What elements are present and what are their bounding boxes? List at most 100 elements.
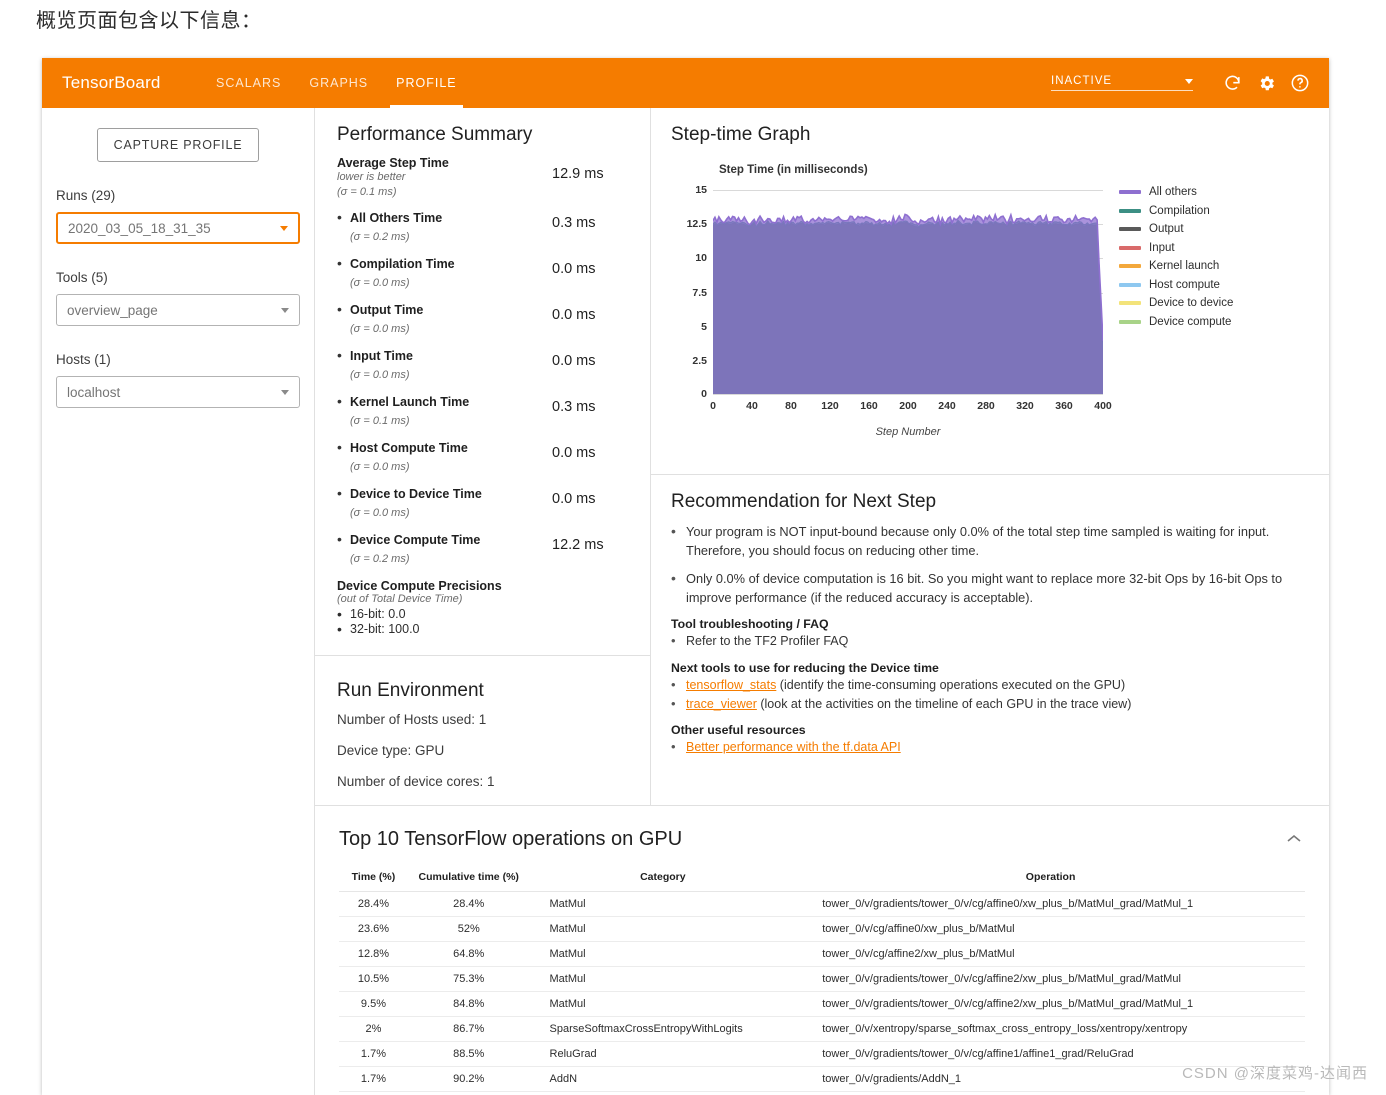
precisions-list: • 16-bit: 0.0 • 32-bit: 100.0	[337, 606, 630, 637]
perf-item-value: 0.0 ms	[552, 352, 596, 369]
tools-selected-value: overview_page	[67, 302, 158, 318]
tensorboard-window: TensorBoard SCALARS GRAPHS PROFILE INACT…	[42, 58, 1329, 1095]
status-label: INACTIVE	[1051, 75, 1113, 87]
faq-heading: Tool troubleshooting / FAQ	[671, 617, 829, 632]
capture-profile-button[interactable]: CAPTURE PROFILE	[96, 128, 260, 162]
cell-cumulative-time: 64.8%	[407, 941, 530, 967]
precision-item: • 32-bit: 100.0	[337, 621, 630, 637]
cell-time: 1.7%	[339, 1066, 408, 1092]
trace-viewer-link[interactable]: trace_viewer	[686, 697, 757, 711]
help-icon[interactable]	[1287, 70, 1313, 96]
precision-item: • 16-bit: 0.0	[337, 606, 630, 622]
perf-item-value: 0.0 ms	[552, 260, 596, 277]
bullet-icon: •	[671, 739, 676, 755]
x-tick-label: 400	[1094, 400, 1112, 412]
cell-operation: tower_0/v/gradients/tower_0/v/cg/affine0…	[796, 891, 1305, 917]
recommendation-text: Your program is NOT input-bound because …	[686, 524, 1270, 558]
bullet-icon: •	[337, 438, 342, 455]
bullet-icon: •	[671, 523, 676, 539]
run-environment-title: Run Environment	[337, 679, 484, 701]
legend-item: Kernel launch	[1119, 260, 1233, 272]
perf-item: • Device Compute Time (σ = 0.2 ms) 12.2 …	[337, 531, 630, 567]
step-time-graph-card: Step-time Graph Step Time (in millisecon…	[651, 108, 1329, 474]
next-tool-item: • tensorflow_stats (identify the time-co…	[671, 676, 1305, 695]
legend-label: Output	[1149, 223, 1184, 235]
x-tick-label: 0	[710, 400, 716, 412]
bullet-icon: •	[337, 484, 342, 501]
legend-label: All others	[1149, 186, 1197, 198]
cell-cumulative-time: 28.4%	[407, 891, 530, 917]
x-tick-label: 200	[899, 400, 917, 412]
bullet-icon: •	[671, 695, 676, 711]
perf-item-label: Kernel Launch Time	[350, 394, 470, 409]
faq-item: • Refer to the TF2 Profiler FAQ	[671, 632, 1305, 651]
resource-item: • Better performance with the tf.data AP…	[671, 738, 1305, 757]
table-body: 28.4% 28.4% MatMul tower_0/v/gradients/towe…	[339, 891, 1305, 1095]
perf-item: • Host Compute Time (σ = 0.0 ms) 0.0 ms	[337, 439, 630, 475]
run-environment-line: Number of device cores: 1	[337, 773, 495, 789]
left-column: Performance Summary Average Step Time lo…	[315, 108, 651, 805]
resources-list: • Better performance with the tf.data AP…	[671, 738, 1305, 757]
perf-item-sigma: (σ = 0.0 ms)	[350, 322, 410, 335]
reload-mode-select[interactable]: INACTIVE	[1051, 75, 1193, 91]
settings-icon[interactable]	[1253, 70, 1279, 96]
table-row: 10.5% 75.3% MatMul tower_0/v/gradients/towe…	[339, 966, 1305, 992]
tab-profile[interactable]: PROFILE	[382, 58, 471, 108]
x-tick-label: 360	[1055, 400, 1073, 412]
run-environment-line: Device type: GPU	[337, 742, 445, 758]
next-tools-list: • tensorflow_stats (identify the time-co…	[671, 676, 1305, 714]
tools-field-group: Tools (5) overview_page	[42, 270, 314, 326]
cell-category: SparseSoftmaxCrossEntropyWithLogits	[529, 1016, 797, 1042]
cell-category: ReluGrad	[529, 1041, 797, 1067]
chevron-down-icon	[1185, 78, 1193, 84]
perf-item-label: Input Time	[350, 348, 413, 363]
cell-category: MatMul	[529, 891, 797, 917]
legend-swatch	[1119, 190, 1141, 194]
perf-item-sigma: (σ = 0.2 ms)	[350, 552, 410, 565]
runs-selected-value: 2020_03_05_18_31_35	[68, 220, 211, 236]
bullet-icon: •	[337, 346, 342, 363]
hosts-select[interactable]: localhost	[56, 376, 300, 408]
legend-label: Device compute	[1149, 315, 1232, 328]
perf-item: • Output Time (σ = 0.0 ms) 0.0 ms	[337, 301, 630, 337]
legend-item: Host compute	[1119, 279, 1233, 291]
cell-time: 12.8%	[339, 941, 408, 967]
average-step-time-row: Average Step Time lower is better (σ = 0…	[337, 156, 630, 200]
upper-section: Performance Summary Average Step Time lo…	[315, 108, 1329, 805]
next-tool-item: • trace_viewer (look at the activities o…	[671, 695, 1305, 714]
legend-label: Host compute	[1149, 278, 1220, 291]
tab-scalars[interactable]: SCALARS	[202, 58, 295, 108]
recommendation-title: Recommendation for Next Step	[671, 491, 937, 512]
chart-legend: All others Compilation Output Input Kern…	[1119, 186, 1233, 334]
tab-graphs[interactable]: GRAPHS	[295, 58, 382, 108]
tools-select[interactable]: overview_page	[56, 294, 300, 326]
collapse-chevron-up-icon[interactable]	[1283, 828, 1305, 850]
legend-swatch	[1119, 282, 1141, 287]
cell-operation: append_apply_gradient_ops/GradientDescen…	[796, 1091, 1305, 1095]
tensorflow-stats-link[interactable]: tensorflow_stats	[686, 678, 776, 692]
cell-operation: tower_0/v/gradients/AddN_1	[796, 1066, 1305, 1092]
perf-item: • Compilation Time (σ = 0.0 ms) 0.0 ms	[337, 255, 630, 291]
nav-tabs: SCALARS GRAPHS PROFILE	[202, 58, 471, 108]
perf-item-label: Device to Device Time	[350, 486, 482, 501]
y-tick-label: 15	[695, 184, 707, 196]
resources-heading: Other useful resources	[671, 723, 806, 738]
cell-time: 9.5%	[339, 991, 408, 1017]
column-header-category: Category	[529, 866, 797, 892]
legend-item: Output	[1119, 223, 1233, 235]
chevron-down-icon	[281, 307, 289, 313]
tf-data-api-link[interactable]: Better performance with the tf.data API	[686, 740, 901, 754]
cell-operation: tower_0/v/xentropy/sparse_softmax_cross_…	[796, 1016, 1305, 1042]
table-header-row: Time (%) Cumulative time (%) Category Op…	[339, 866, 1305, 892]
refresh-icon[interactable]	[1219, 70, 1245, 96]
legend-swatch	[1119, 208, 1141, 213]
x-tick-label: 120	[821, 400, 839, 412]
perf-item-label: Compilation Time	[350, 256, 455, 271]
average-step-time-value: 12.9 ms	[552, 166, 604, 182]
bullet-icon: •	[671, 676, 676, 692]
y-tick-label: 12.5	[686, 218, 707, 231]
perf-item-sigma: (σ = 0.1 ms)	[350, 414, 410, 427]
x-tick-label: 40	[746, 400, 758, 412]
runs-select[interactable]: 2020_03_05_18_31_35	[56, 212, 300, 244]
cell-operation: tower_0/v/cg/affine0/xw_plus_b/MatMul	[796, 916, 1305, 942]
